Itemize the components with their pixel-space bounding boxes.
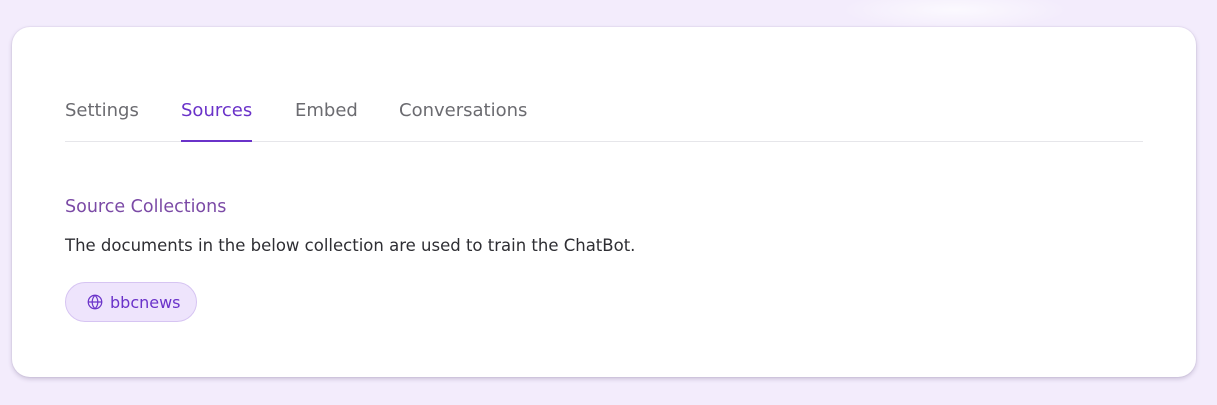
tab-embed[interactable]: Embed (295, 97, 358, 141)
collection-chip[interactable]: bbcnews (65, 282, 197, 322)
chatbot-settings-card: Settings Sources Embed Conversations Sou… (12, 27, 1196, 377)
background-glow (840, 0, 1070, 30)
tab-sources[interactable]: Sources (181, 97, 253, 142)
collection-name: bbcnews (110, 292, 181, 312)
globe-icon (86, 293, 104, 311)
tab-conversations[interactable]: Conversations (399, 97, 527, 141)
tab-bar: Settings Sources Embed Conversations (65, 97, 1143, 142)
section-description: The documents in the below collection ar… (65, 236, 636, 255)
section-title: Source Collections (65, 197, 227, 217)
tab-settings[interactable]: Settings (65, 97, 139, 141)
